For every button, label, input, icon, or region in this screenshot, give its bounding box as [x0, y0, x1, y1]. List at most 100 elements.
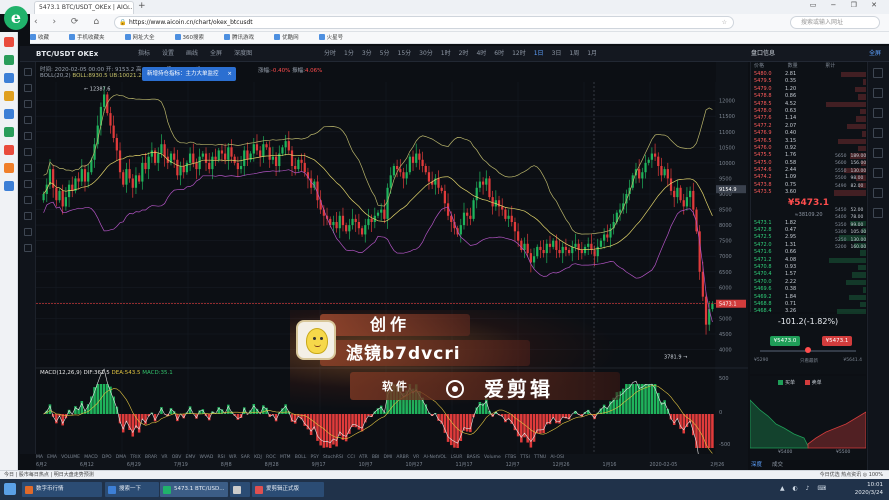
bid-row[interactable]: 5468.8 0.71	[751, 301, 866, 308]
app-icon[interactable]	[4, 181, 14, 191]
indicator-tab[interactable]: SAR	[241, 455, 250, 460]
eye-tool-icon[interactable]	[24, 228, 32, 236]
nav-buttons[interactable]: ‹ › ⟳ ⌂	[34, 17, 105, 27]
interval-tab[interactable]: 分时	[324, 50, 336, 57]
line-tool-icon[interactable]	[24, 84, 32, 92]
ask-row[interactable]: 5478.8 0.86	[751, 93, 866, 100]
ask-row[interactable]: 5477.6 1.14	[751, 115, 866, 122]
new-tab-button[interactable]: +	[138, 1, 146, 11]
indicator-tab[interactable]: ATR	[359, 455, 368, 460]
indicator-tab[interactable]: OBV	[172, 455, 182, 460]
ask-row[interactable]: 5478.0 0.63	[751, 108, 866, 115]
address-bar[interactable]: 🔒 https://www.aicoin.cn/chart/okex_btcus…	[114, 16, 734, 29]
taskbar-item[interactable]	[230, 482, 250, 497]
indicator-tab[interactable]: BBI	[372, 455, 380, 460]
close-icon[interactable]: ×	[125, 2, 130, 14]
ask-row[interactable]: 5480.0 2.81	[751, 71, 866, 78]
indicator-tab[interactable]: StochRSI	[323, 455, 343, 460]
interval-tab[interactable]: 5分	[380, 50, 390, 57]
interval-tab[interactable]: 2时	[459, 50, 469, 57]
bid-row[interactable]: 5470.8 0.93	[751, 264, 866, 271]
bottom-tab[interactable]: 成交	[772, 462, 783, 468]
weibo-icon[interactable]	[4, 37, 14, 47]
fib-tool-icon[interactable]	[24, 132, 32, 140]
bid-row[interactable]: 5469.2 1.84	[751, 294, 866, 301]
depth-chart[interactable]: 买单 卖单 ¥5400 ¥5500	[750, 376, 866, 460]
help-icon[interactable]	[873, 208, 883, 218]
ask-row[interactable]: 5478.5 4.52	[751, 101, 866, 108]
alarm-icon[interactable]	[873, 108, 883, 118]
taskbar-item[interactable]: 数字币行情	[22, 482, 102, 497]
taskbar-item[interactable]: 搜索一下	[105, 482, 159, 497]
pair-title[interactable]: BTC/USDT OKEx	[36, 48, 98, 60]
browser-tab[interactable]: 5473.1 BTC/USDT_OKEx | AIC... ×	[34, 1, 134, 14]
indicator-tab[interactable]: FTBS	[505, 455, 516, 460]
indicator-tab[interactable]: VR	[161, 455, 167, 460]
calc-icon[interactable]	[873, 168, 883, 178]
interval-tab[interactable]: 3日	[552, 50, 562, 57]
ask-row[interactable]: 5476.0 0.92	[751, 145, 866, 152]
app-icon[interactable]	[4, 109, 14, 119]
indicator-tab[interactable]: ROC	[266, 455, 276, 460]
chart-icon[interactable]	[873, 128, 883, 138]
tool-button[interactable]: 画线	[186, 50, 198, 57]
app-icon[interactable]	[4, 91, 14, 101]
indicator-tab[interactable]: VR	[413, 455, 419, 460]
indicator-tab[interactable]: MTM	[280, 455, 291, 460]
indicator-tab[interactable]: DMA	[116, 455, 126, 460]
interval-tab[interactable]: 3分	[362, 50, 372, 57]
app-icon[interactable]	[4, 127, 14, 137]
price-slider[interactable]	[760, 347, 856, 353]
settings-icon[interactable]	[873, 188, 883, 198]
buy-button[interactable]: ¥5473.0	[770, 336, 800, 346]
indicator-tab[interactable]: EMA	[47, 455, 57, 460]
interval-tab[interactable]: 6时	[494, 50, 504, 57]
indicator-tab[interactable]: LSUR	[451, 455, 463, 460]
tool-button[interactable]: 设置	[162, 50, 174, 57]
bookmark-item[interactable]: 火星号	[318, 34, 354, 41]
tray-icons[interactable]: ▲ ◐ ♪ ⌨	[780, 485, 829, 492]
star-icon[interactable]	[873, 88, 883, 98]
indicator-tab[interactable]: TTSI	[520, 455, 530, 460]
bid-row[interactable]: 5471.6 0.66	[751, 249, 866, 256]
interval-tab[interactable]: 1分	[344, 50, 354, 57]
ask-row[interactable]: 5479.0 1.20	[751, 86, 866, 93]
channel-tool-icon[interactable]	[24, 116, 32, 124]
indicator-tab[interactable]: Volume	[484, 455, 501, 460]
app-icon[interactable]	[4, 73, 14, 83]
interval-tab[interactable]: 12时	[512, 50, 526, 57]
bookmark-item[interactable]: 网址大全	[124, 34, 165, 41]
ask-row[interactable]: 5479.5 0.35	[751, 78, 866, 85]
close-icon[interactable]: ×	[227, 67, 232, 81]
app-icon[interactable]	[4, 145, 14, 155]
tool-button[interactable]: 深度图	[234, 50, 252, 57]
bid-row[interactable]: 5469.6 0.38	[751, 286, 866, 293]
search-input[interactable]: 搜索或输入网址	[790, 16, 880, 29]
indicator-tab[interactable]: CCI	[347, 455, 355, 460]
bookmark-item[interactable]: 优酷网	[274, 34, 309, 41]
tool-button[interactable]: 全屏	[210, 50, 222, 57]
interval-tab[interactable]: 1日	[534, 50, 544, 57]
interval-tab[interactable]: 1周	[569, 50, 579, 57]
tool-button[interactable]: 指标	[138, 50, 150, 57]
indicator-tab[interactable]: TRIX	[130, 455, 140, 460]
shape-tool-icon[interactable]	[24, 148, 32, 156]
ask-row[interactable]: 5473.5 3.60	[751, 189, 866, 196]
cursor-tool-icon[interactable]	[24, 68, 32, 76]
magnet-tool-icon[interactable]	[24, 196, 32, 204]
news-icon[interactable]	[873, 148, 883, 158]
lock-tool-icon[interactable]	[24, 212, 32, 220]
indicator-tab[interactable]: PSY	[311, 455, 319, 460]
indicator-tab[interactable]: WVAD	[200, 455, 214, 460]
bookmark-item[interactable]: 手机收藏夹	[69, 34, 115, 41]
indicator-tab[interactable]: AI-NetVOL	[423, 455, 446, 460]
indicator-tab[interactable]: DMI	[384, 455, 393, 460]
ray-tool-icon[interactable]	[24, 100, 32, 108]
indicator-tab[interactable]: WR	[229, 455, 237, 460]
indicator-tab[interactable]: MACD	[84, 455, 98, 460]
text-tool-icon[interactable]	[24, 164, 32, 172]
list-icon[interactable]	[873, 68, 883, 78]
app-icon[interactable]	[4, 163, 14, 173]
indicator-tab[interactable]: VOLUME	[61, 455, 80, 460]
bid-row[interactable]: 5470.0 2.22	[751, 279, 866, 286]
